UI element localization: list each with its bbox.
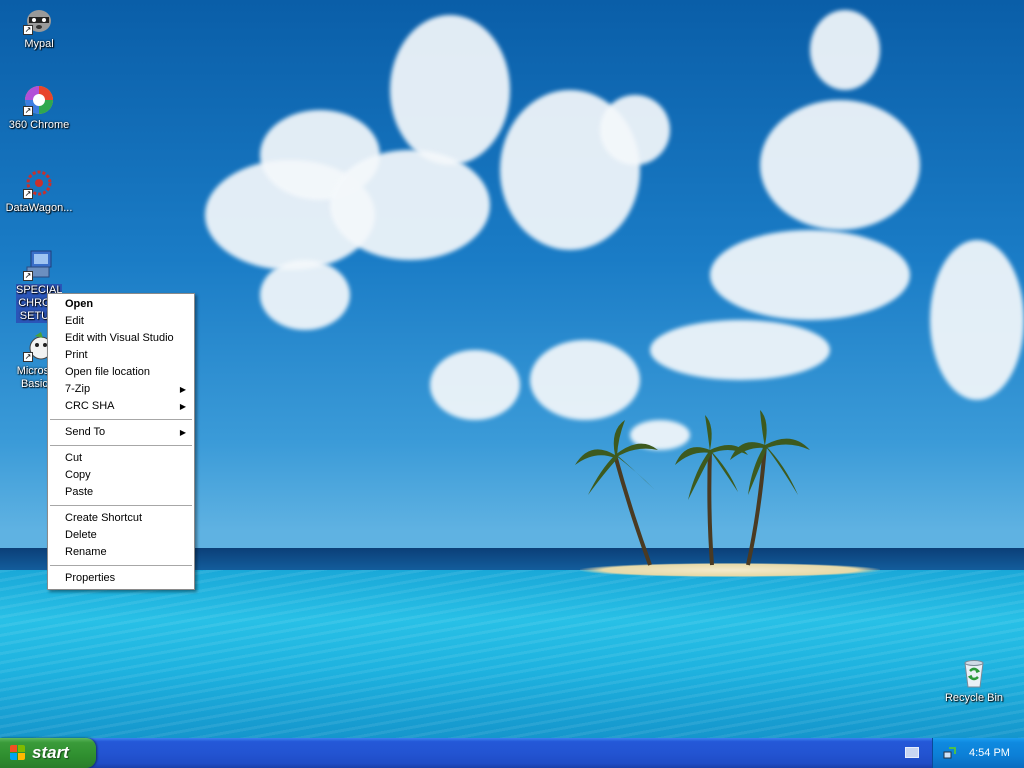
- cloud: [600, 95, 670, 165]
- cloud: [530, 340, 640, 420]
- datawagon-icon: ↗: [23, 167, 55, 199]
- shortcut-arrow-icon: ↗: [23, 106, 33, 116]
- cloud: [810, 10, 880, 90]
- clock[interactable]: 4:54 PM: [969, 738, 1010, 768]
- menu-separator: [50, 565, 192, 566]
- submenu-arrow-icon: ▶: [179, 385, 186, 394]
- menu-item-paste[interactable]: Paste: [48, 484, 194, 501]
- cloud: [390, 15, 510, 165]
- submenu-arrow-icon: ▶: [179, 428, 186, 437]
- menu-item-create-shortcut[interactable]: Create Shortcut: [48, 510, 194, 527]
- cloud: [330, 150, 490, 260]
- cloud: [650, 320, 830, 380]
- desktop-icon-360-chrome[interactable]: ↗ 360 Chrome: [0, 84, 78, 132]
- menu-item-label: CRC SHA: [65, 400, 115, 412]
- desktop-icon-label: Mypal: [24, 38, 54, 50]
- desktop[interactable]: ↗ Mypal ↗ 360 Chrome ↗ DataWagon... ↗ SP…: [0, 0, 1024, 738]
- network-tray-icon[interactable]: [943, 746, 957, 760]
- menu-item-cut[interactable]: Cut: [48, 450, 194, 467]
- menu-item-delete[interactable]: Delete: [48, 527, 194, 544]
- cloud: [710, 230, 910, 320]
- menu-item-rename[interactable]: Rename: [48, 544, 194, 561]
- menu-item-properties[interactable]: Properties: [48, 570, 194, 587]
- raccoon-icon: ↗: [23, 3, 55, 35]
- menu-item-label: Send To: [65, 426, 106, 438]
- submenu-arrow-icon: ▶: [179, 402, 186, 411]
- desktop-icon-recycle-bin[interactable]: Recycle Bin: [935, 657, 1013, 705]
- cloud: [430, 350, 520, 420]
- menu-item-open[interactable]: Open: [48, 296, 194, 313]
- setup-icon: ↗: [23, 249, 55, 281]
- menu-item-crc-sha[interactable]: CRC SHA ▶: [48, 398, 194, 415]
- menu-item-copy[interactable]: Copy: [48, 467, 194, 484]
- context-menu: Open Edit Edit with Visual Studio Print …: [47, 293, 195, 590]
- menu-item-edit[interactable]: Edit: [48, 313, 194, 330]
- desktop-icon-label: 360 Chrome: [8, 119, 70, 131]
- menu-item-7zip[interactable]: 7-Zip ▶: [48, 381, 194, 398]
- shortcut-arrow-icon: ↗: [23, 189, 33, 199]
- desktop-icon-label: DataWagon...: [5, 202, 73, 214]
- palm-trees-graphic: [575, 410, 810, 566]
- chrome-360-icon: ↗: [23, 84, 55, 116]
- desktop-icon-label: Recycle Bin: [944, 692, 1004, 704]
- shortcut-arrow-icon: ↗: [23, 271, 33, 281]
- menu-item-send-to[interactable]: Send To ▶: [48, 424, 194, 441]
- sea-ripples: [0, 570, 1024, 738]
- windows-logo-icon: [10, 745, 27, 761]
- menu-item-print[interactable]: Print: [48, 347, 194, 364]
- keyboard-icon[interactable]: [905, 747, 919, 758]
- menu-separator: [50, 419, 192, 420]
- menu-separator: [50, 505, 192, 506]
- menu-separator: [50, 445, 192, 446]
- start-button[interactable]: start: [0, 738, 96, 768]
- shortcut-arrow-icon: ↗: [23, 25, 33, 35]
- shortcut-arrow-icon: ↗: [23, 352, 33, 362]
- start-label: start: [32, 743, 69, 762]
- menu-item-open-file-location[interactable]: Open file location: [48, 364, 194, 381]
- cloud: [260, 260, 350, 330]
- system-tray: 4:54 PM: [932, 738, 1024, 768]
- desktop-icon-mypal[interactable]: ↗ Mypal: [0, 3, 78, 51]
- desktop-icon-datawagon[interactable]: ↗ DataWagon...: [0, 167, 78, 215]
- recycle-bin-icon: [958, 657, 990, 689]
- menu-item-edit-with-visual-studio[interactable]: Edit with Visual Studio: [48, 330, 194, 347]
- cloud: [930, 240, 1024, 400]
- cloud: [760, 100, 920, 230]
- taskbar: start 4:54 PM: [0, 738, 1024, 768]
- menu-item-label: 7-Zip: [65, 383, 91, 395]
